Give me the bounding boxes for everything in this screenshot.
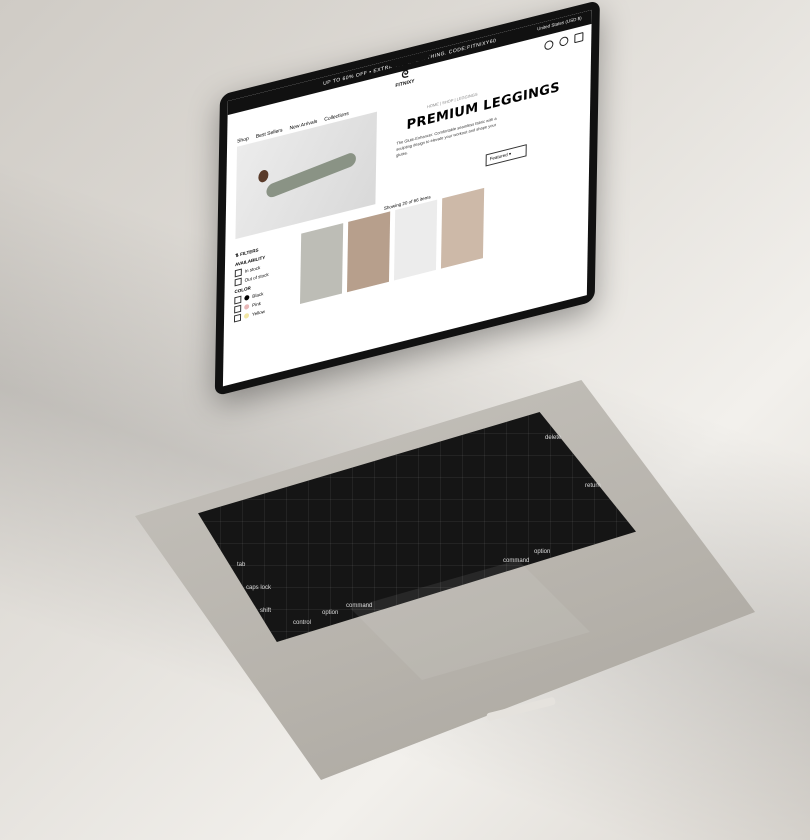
filters-panel: ⇅ FILTERS AVAILABILITY In stock Out of s… <box>233 235 295 324</box>
color-swatch <box>243 312 250 320</box>
search-icon[interactable] <box>544 39 554 51</box>
account-icon[interactable] <box>559 35 569 48</box>
checkbox[interactable] <box>234 295 242 305</box>
key-option-right: option <box>534 549 551 555</box>
color-swatch <box>244 303 250 310</box>
bezel: UP TO 60% OFF • EXTRA OFF EVERYTHING. CO… <box>214 0 600 397</box>
sort-label: Featured <box>489 151 508 162</box>
website-display: UP TO 60% OFF • EXTRA OFF EVERYTHING. CO… <box>222 9 592 387</box>
cart-icon[interactable] <box>574 31 584 44</box>
product-card[interactable] <box>393 199 438 281</box>
key-shift: shift <box>260 608 272 614</box>
product-card[interactable] <box>440 187 485 269</box>
screen: UP TO 60% OFF • EXTRA OFF EVERYTHING. CO… <box>214 0 600 397</box>
key-delete: delete <box>545 435 562 441</box>
color-swatch <box>244 294 250 301</box>
key-return: return <box>585 483 601 489</box>
brand-logo[interactable]: ᘓ FITNIXY <box>395 68 414 89</box>
checkbox[interactable] <box>234 268 242 278</box>
header-icons <box>544 31 584 51</box>
key-control: control <box>293 620 312 626</box>
model-body <box>265 151 357 200</box>
sort-dropdown[interactable]: Featured ▾ <box>485 144 527 167</box>
key-caps: caps lock <box>246 585 272 591</box>
product-card[interactable] <box>346 211 391 293</box>
laptop: delete return tab caps lock shift contro… <box>0 0 810 840</box>
photo-scene: delete return tab caps lock shift contro… <box>0 0 810 840</box>
checkbox[interactable] <box>233 313 242 323</box>
key-option-left: option <box>322 610 339 616</box>
product-card[interactable] <box>299 223 344 304</box>
model-head <box>258 168 269 184</box>
checkbox[interactable] <box>234 277 242 287</box>
key-tab: tab <box>237 562 246 568</box>
checkbox[interactable] <box>234 304 242 314</box>
